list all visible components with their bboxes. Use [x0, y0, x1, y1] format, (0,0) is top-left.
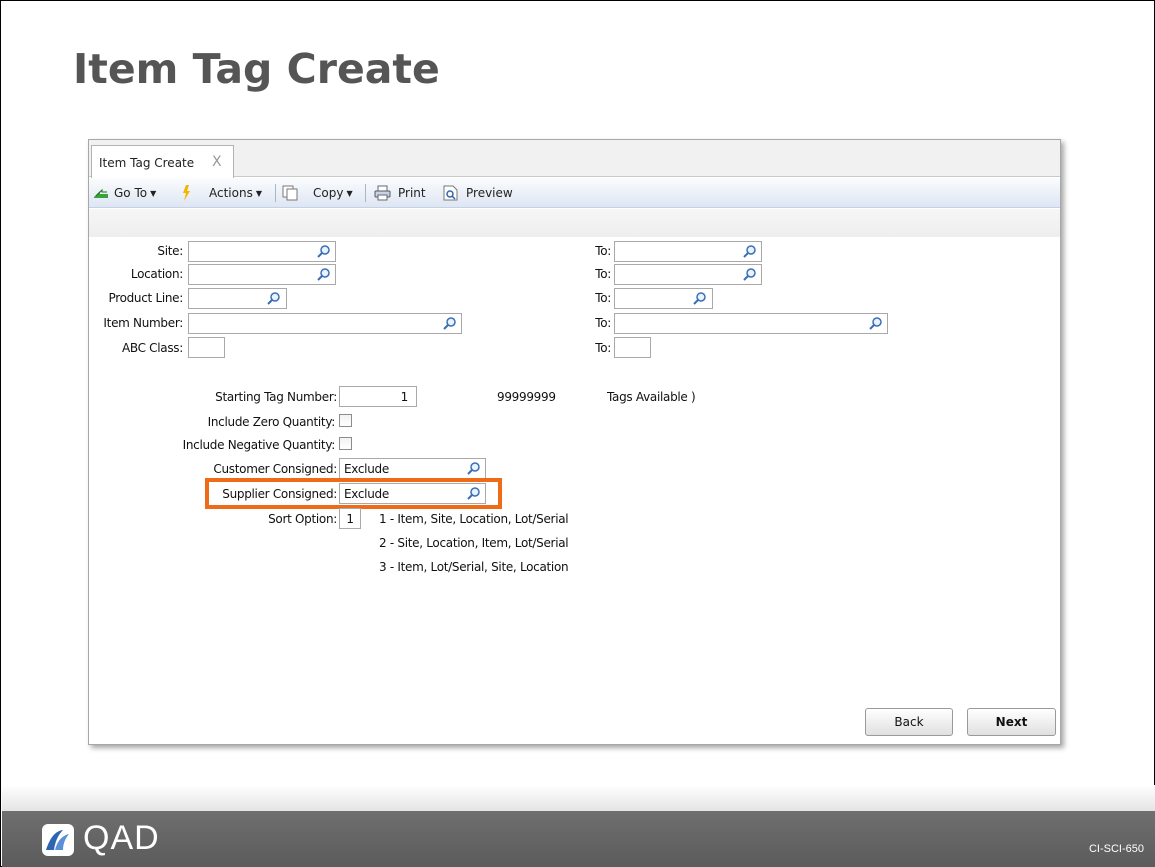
- abc-class-to-input[interactable]: [614, 337, 651, 358]
- preview-label: Preview: [466, 186, 513, 200]
- include-zero-label: Include Zero Quantity:: [207, 415, 336, 429]
- lookup-icon[interactable]: [443, 316, 457, 330]
- location-to-label: To:: [595, 267, 611, 281]
- abc-class-to-label: To:: [595, 341, 611, 355]
- lookup-icon[interactable]: [467, 461, 481, 475]
- slide: Item Tag Create Item Tag Create X Go To ▼…: [0, 0, 1155, 867]
- lookup-icon[interactable]: [743, 244, 757, 258]
- tab-bar: Item Tag Create X: [89, 140, 1060, 178]
- footer-stripe: [2, 785, 1155, 811]
- item-number-from-input[interactable]: [188, 313, 462, 334]
- product-line-to-label: To:: [595, 291, 611, 305]
- print-label: Print: [398, 186, 426, 200]
- footer-bar: [2, 811, 1155, 867]
- include-negative-label: Include Negative Quantity:: [182, 438, 336, 452]
- go-to-label: Go To: [114, 186, 148, 200]
- go-to-arrow-icon: [94, 188, 108, 198]
- site-to-label: To:: [595, 244, 611, 258]
- include-zero-checkbox[interactable]: [339, 414, 352, 427]
- sort-option-1: 1 - Item, Site, Location, Lot/Serial: [379, 512, 569, 526]
- copy-label: Copy: [313, 186, 344, 200]
- highlight-box: [205, 478, 502, 509]
- customer-consigned-input[interactable]: Exclude: [339, 458, 486, 479]
- lookup-icon[interactable]: [267, 291, 281, 305]
- slide-code: CI-SCI-650: [1088, 843, 1144, 855]
- lookup-icon[interactable]: [317, 267, 331, 281]
- preview-icon: [443, 185, 458, 201]
- toolbar-separator: [365, 184, 366, 202]
- starting-tag-label: Starting Tag Number:: [215, 390, 337, 404]
- product-line-from-input[interactable]: [188, 288, 287, 309]
- max-tag-number: 99999999: [497, 390, 556, 404]
- product-line-to-input[interactable]: [614, 288, 713, 309]
- next-button[interactable]: Next: [967, 708, 1056, 736]
- qad-logo-icon: [42, 824, 74, 856]
- toolbar-separator: [275, 184, 276, 202]
- copy-menu[interactable]: Copy ▼: [313, 186, 353, 200]
- actions-lightning-icon: [183, 185, 190, 201]
- site-label: Site:: [157, 244, 183, 258]
- sort-option-label: Sort Option:: [268, 512, 337, 526]
- tab-label: Item Tag Create: [99, 156, 195, 170]
- customer-consigned-value: Exclude: [344, 462, 389, 476]
- product-line-label: Product Line:: [108, 291, 183, 305]
- abc-class-label: ABC Class:: [121, 341, 183, 355]
- abc-class-from-input[interactable]: [188, 337, 225, 358]
- qad-logo-text: QAD: [83, 819, 160, 857]
- tags-available-label: Tags Available ): [607, 390, 696, 404]
- chevron-down-icon: ▼: [346, 189, 353, 198]
- slide-title: Item Tag Create: [73, 45, 440, 93]
- customer-consigned-label: Customer Consigned:: [213, 462, 337, 476]
- sort-option-2: 2 - Site, Location, Item, Lot/Serial: [379, 536, 569, 550]
- sort-option-3: 3 - Item, Lot/Serial, Site, Location: [379, 560, 569, 574]
- sort-option-input[interactable]: 1: [339, 508, 361, 529]
- lookup-icon[interactable]: [869, 316, 883, 330]
- print-icon: [374, 185, 391, 201]
- location-label: Location:: [130, 267, 183, 281]
- actions-menu[interactable]: Actions ▼: [209, 186, 262, 200]
- lookup-icon[interactable]: [317, 244, 331, 258]
- lookup-icon[interactable]: [743, 267, 757, 281]
- go-to-menu[interactable]: Go To ▼: [114, 186, 156, 200]
- lookup-icon[interactable]: [693, 291, 707, 305]
- location-to-input[interactable]: [614, 264, 762, 285]
- site-to-input[interactable]: [614, 241, 762, 262]
- item-number-to-label: To:: [595, 316, 611, 330]
- back-button[interactable]: Back: [865, 708, 953, 736]
- item-number-label: Item Number:: [103, 316, 183, 330]
- chevron-down-icon: ▼: [255, 189, 262, 198]
- copy-icon: [282, 185, 298, 201]
- close-icon[interactable]: X: [212, 154, 222, 170]
- sub-toolbar: [89, 209, 1060, 237]
- site-from-input[interactable]: [188, 241, 336, 262]
- item-number-to-input[interactable]: [614, 313, 888, 334]
- actions-label: Actions: [209, 186, 253, 200]
- location-from-input[interactable]: [188, 264, 336, 285]
- chevron-down-icon: ▼: [150, 189, 157, 198]
- toolbar: Go To ▼ Actions ▼ Copy ▼ Print Preview: [89, 178, 1060, 208]
- print-button[interactable]: Print: [398, 186, 426, 200]
- preview-button[interactable]: Preview: [466, 186, 513, 200]
- tab-item-tag-create[interactable]: Item Tag Create X: [91, 145, 234, 178]
- include-negative-checkbox[interactable]: [339, 437, 352, 450]
- starting-tag-input[interactable]: 1: [339, 386, 417, 407]
